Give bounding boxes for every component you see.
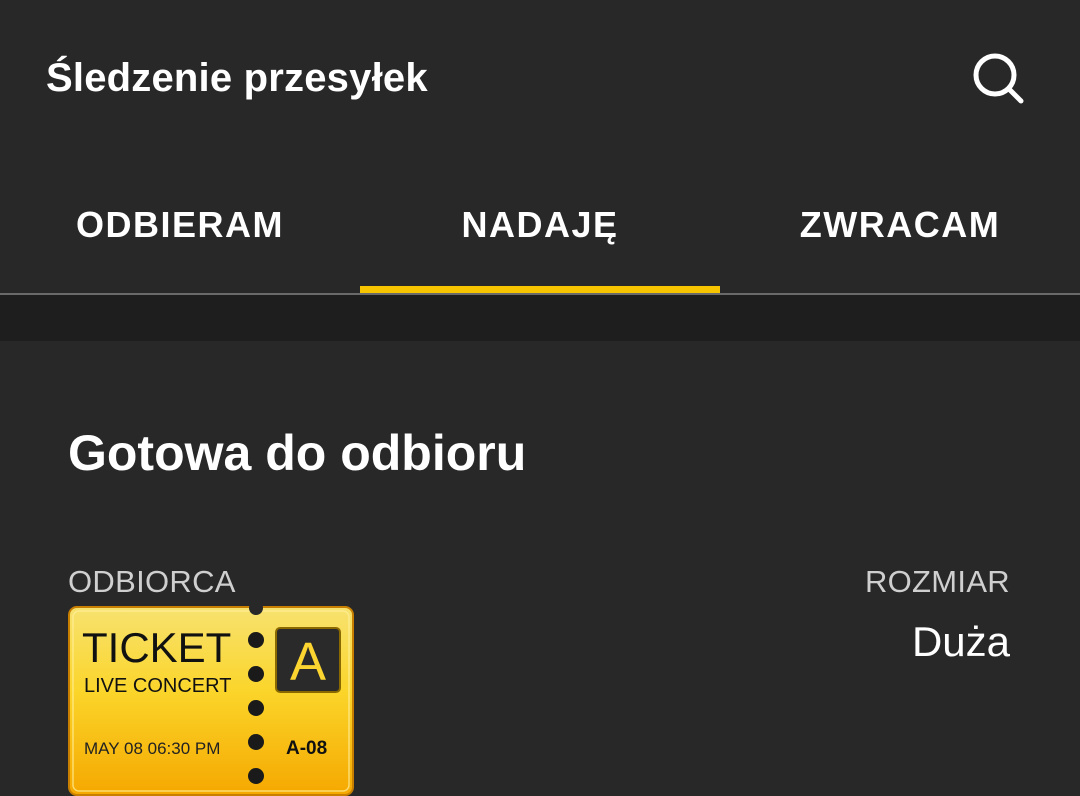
size-value: Duża <box>911 618 1010 665</box>
app-bar: Śledzenie przesyłek <box>0 0 1080 160</box>
app-title: Śledzenie przesyłek <box>46 56 428 100</box>
ticket-subtitle: LIVE CONCERT <box>84 675 231 697</box>
ticket-seat: A-08 <box>286 738 327 759</box>
ticket-icon: A TICKET LIVE CONCERT MAY 08 06:30 PM A-… <box>68 606 354 796</box>
tab-bar: ODBIERAM NADAJĘ ZWRACAM <box>0 160 1080 294</box>
parcel-status-title: Gotowa do odbioru <box>68 425 527 481</box>
tab-label: NADAJĘ <box>461 204 619 245</box>
tab-nadaje[interactable]: NADAJĘ <box>360 160 720 294</box>
search-button[interactable] <box>966 46 1032 112</box>
tab-label: ODBIERAM <box>76 204 284 245</box>
tab-zwracam[interactable]: ZWRACAM <box>720 160 1080 294</box>
ticket-title: TICKET <box>82 624 231 671</box>
section-separator <box>0 295 1080 341</box>
ticket-badge: A <box>290 632 326 692</box>
search-icon <box>973 53 1024 104</box>
ticket-date: MAY 08 06:30 PM <box>84 739 220 758</box>
size-label: ROZMIAR <box>864 564 1010 599</box>
tab-label: ZWRACAM <box>799 204 1001 245</box>
recipient-label: ODBIORCA <box>68 564 236 599</box>
tab-odbieram[interactable]: ODBIERAM <box>0 160 360 294</box>
